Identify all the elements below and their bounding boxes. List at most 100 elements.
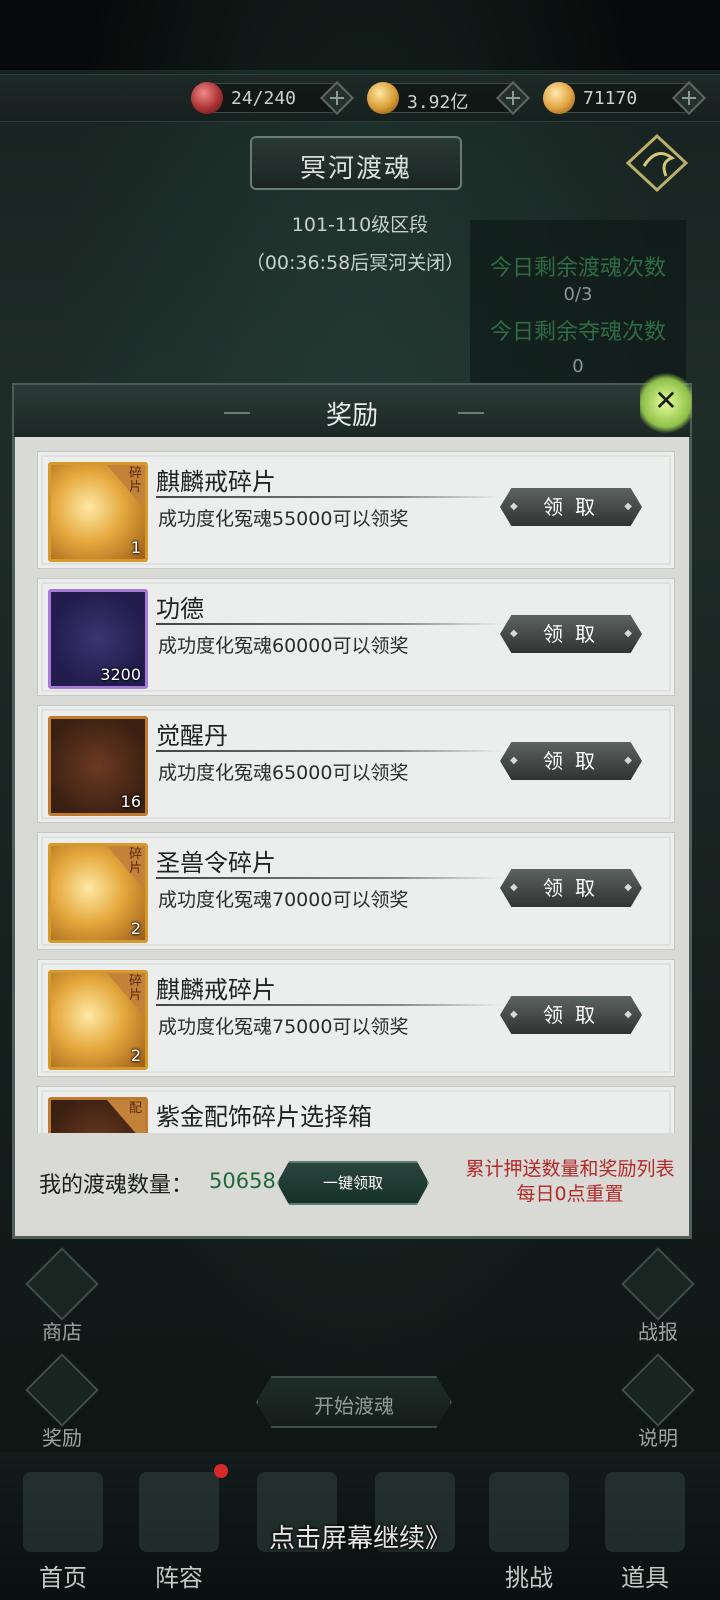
page-title: 冥河渡魂 [299,154,412,184]
reward-item-count: 16 [120,792,141,811]
claim-all-button[interactable]: 一键领取 [277,1161,429,1205]
divider [156,750,502,752]
fragment-tag-label: 配 [129,1101,143,1116]
faction-emblem-icon [625,133,689,193]
reward-item-requirement: 成功度化冤魂60000可以领奖 [158,635,409,657]
gold-resource: 3.92亿 [367,81,530,115]
scroll-icon [621,1247,695,1321]
reward-item-icon: 碎片 2 [48,843,148,943]
reward-item-name: 觉醒丹 [156,722,228,750]
reward-row: 碎片 2 麒麟戒碎片成功度化冤魂75000可以领奖 领取 [37,959,675,1077]
countdown-label: （00:36:58后冥河关闭） [245,252,465,274]
reward-list[interactable]: 碎片1麒麟戒碎片成功度化冤魂55000可以领奖领取3200功德成功度化冤魂600… [37,451,675,1133]
battle-report-label: 战报 [638,1320,678,1344]
reward-row: 16 觉醒丹成功度化冤魂65000可以领奖 领取 [37,705,675,823]
reward-item-requirement: 成功度化冤魂75000可以领奖 [158,1016,409,1038]
modal-header: 奖励 [12,383,692,439]
tap-to-continue-hint[interactable]: 点击屏幕继续》 [0,1518,720,1555]
reset-note: 累计押送数量和奖励列表每日0点重置 [465,1158,675,1205]
nav-label: 首页 [39,1564,87,1592]
resource-bar: 24/240 3.92亿 71170 [0,74,720,122]
shop-button[interactable]: 商店 [22,1247,102,1348]
tier-label: 101-110级区段 [291,214,429,236]
red-orb-icon [191,82,223,114]
reward-button[interactable]: 奖励 [22,1353,102,1454]
claim-button[interactable]: 领取 [500,488,642,526]
fragment-tag-label: 碎片 [129,847,143,876]
reward-item-name: 麒麟戒碎片 [156,468,276,496]
close-icon: ✕ [654,384,678,417]
reward-item-count: 3200 [100,665,141,684]
reward-item-count: 2 [130,1046,141,1065]
nav-label: 阵容 [155,1564,203,1592]
reward-row: 3200 功德成功度化冤魂60000可以领奖 领取 [37,578,675,696]
gold-value: 3.92亿 [407,92,469,113]
nav-label: 道具 [621,1564,669,1592]
battle-report-button[interactable]: 战报 [618,1247,698,1348]
fragment-tag-label: 碎片 [129,974,143,1003]
fragment-tag: 碎片 [107,973,145,1017]
claim-button[interactable]: 领取 [500,742,642,780]
start-ferry-button[interactable]: 开始渡魂 [256,1376,452,1428]
reward-item-icon: 碎片 2 [48,970,148,1070]
my-count-label: 我的渡魂数量： [39,1173,194,1198]
reward-item-count: 1 [130,538,141,557]
divider [156,496,502,498]
reward-item-requirement: 成功度化冤魂70000可以领奖 [158,889,409,911]
reward-item-name: 麒麟戒碎片 [156,976,276,1004]
help-label: 说明 [638,1426,678,1450]
shop-icon [25,1247,99,1321]
reward-item-icon: 16 [48,716,148,816]
claim-button[interactable]: 领取 [500,996,642,1034]
reward-item-icon: 3200 [48,589,148,689]
gem-value: 71170 [583,88,638,109]
ferry-remaining-label: 今日剩余渡魂次数 [489,256,666,281]
shop-label: 商店 [42,1320,82,1344]
fragment-tag-label: 碎片 [129,466,143,495]
modal-title: 奖励 [325,401,378,431]
coin-bag-icon [367,82,399,114]
claim-button[interactable]: 领取 [500,869,642,907]
page-title-plate: 冥河渡魂 [250,136,462,190]
help-button[interactable]: 说明 [618,1353,698,1454]
reward-item-icon: 碎片 1 [48,462,148,562]
reward-modal: 奖励 碎片1麒麟戒碎片成功度化冤魂55000可以领奖领取3200功德成功度化冤魂… [12,383,692,1239]
reward-item-name: 功德 [156,595,204,623]
modal-footer: 我的渡魂数量： 50658 一键领取 累计押送数量和奖励列表每日0点重置 [37,1153,677,1225]
start-ferry-label: 开始渡魂 [314,1394,394,1418]
reward-label: 奖励 [42,1426,82,1450]
reward-item-count: 2 [130,919,141,938]
reward-row: 碎片 2 圣兽令碎片成功度化冤魂70000可以领奖 领取 [37,832,675,950]
modal-body: 碎片1麒麟戒碎片成功度化冤魂55000可以领奖领取3200功德成功度化冤魂600… [12,437,692,1239]
divider [156,877,502,879]
reward-item-name: 紫金配饰碎片选择箱 [156,1103,372,1131]
reward-item-icon: 配 [48,1097,148,1133]
divider [156,1004,502,1006]
ferry-remaining-value: 0/3 [563,284,593,305]
add-gold-button[interactable] [496,81,530,115]
book-icon [621,1353,695,1427]
divider [156,623,502,625]
fragment-tag: 配 [107,1100,145,1133]
claim-button[interactable]: 领取 [500,615,642,653]
my-count-value: 50658 [209,1169,276,1193]
notification-dot [214,1464,228,1478]
reward-row: 配紫金配饰碎片选择箱 [37,1086,675,1133]
add-gem-button[interactable] [672,81,706,115]
stamina-resource: 24/240 [191,81,354,115]
reward-item-requirement: 成功度化冤魂55000可以领奖 [158,508,409,530]
close-button[interactable]: ✕ [640,372,692,434]
stamina-value: 24/240 [231,88,297,109]
reward-item-requirement: 成功度化冤魂65000可以领奖 [158,762,409,784]
fragment-tag: 碎片 [107,846,145,890]
nav-label: 挑战 [505,1564,553,1592]
steal-remaining-label: 今日剩余夺魂次数 [489,320,666,345]
reward-item-name: 圣兽令碎片 [156,849,276,877]
gem-resource: 71170 [543,81,706,115]
reward-row: 碎片 1 麒麟戒碎片成功度化冤魂55000可以领奖 领取 [37,451,675,569]
add-stamina-button[interactable] [320,81,354,115]
remaining-count-panel: 今日剩余渡魂次数 0/3 今日剩余夺魂次数 0 [470,220,686,390]
chest-icon [25,1353,99,1427]
heart-gem-icon [543,82,575,114]
fragment-tag: 碎片 [107,465,145,509]
